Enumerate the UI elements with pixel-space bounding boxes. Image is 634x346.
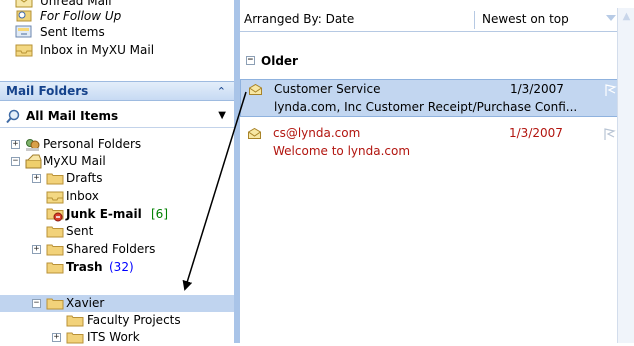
flag-icon[interactable]: [603, 128, 616, 141]
collapse-minus-icon[interactable]: −: [11, 157, 20, 166]
collapse-minus-icon[interactable]: −: [246, 56, 255, 65]
folder-icon: [46, 173, 64, 185]
junk-email-folder-icon: [46, 208, 64, 222]
dropdown-arrow-icon[interactable]: ▼: [218, 104, 226, 128]
arranged-by-button[interactable]: Arranged By: Date: [244, 12, 354, 26]
collapse-minus-icon[interactable]: −: [32, 299, 41, 308]
vertical-scrollbar[interactable]: ▲: [617, 8, 634, 343]
header-separator: [474, 11, 475, 29]
all-mail-items-selector[interactable]: All Mail Items ▼: [0, 104, 234, 128]
mailbox-icon: [25, 154, 42, 169]
mail-folders-header[interactable]: Mail Folders ⌃: [0, 81, 234, 101]
unread-envelope-icon: [248, 128, 261, 139]
unread-mail-icon: [15, 0, 33, 8]
folder-icon: [46, 244, 64, 256]
tree-junk-email[interactable]: Junk E-mail [6]: [0, 206, 234, 223]
message-list-pane: Arranged By: Date Newest on top − Older …: [240, 0, 634, 343]
tree-shared-folders[interactable]: + Shared Folders: [0, 241, 234, 258]
expand-plus-icon[interactable]: +: [32, 245, 41, 254]
folder-icon: [46, 298, 64, 310]
expand-plus-icon[interactable]: +: [32, 174, 41, 183]
folder-icon: [66, 315, 84, 327]
expand-plus-icon[interactable]: +: [52, 333, 61, 342]
message-item[interactable]: cs@lynda.com 1/3/2007 Welcome to lynda.c…: [240, 124, 634, 162]
flag-icon[interactable]: [604, 84, 617, 97]
inbox-icon: [15, 44, 33, 57]
favorite-for-follow-up[interactable]: For Follow Up: [16, 8, 121, 24]
tree-myxu-mail[interactable]: − MyXU Mail: [0, 153, 234, 170]
read-envelope-icon: [249, 84, 262, 95]
tree-trash[interactable]: Trash (32): [0, 259, 234, 276]
tree-faculty-projects[interactable]: Faculty Projects: [0, 312, 234, 329]
expand-plus-icon[interactable]: +: [11, 140, 20, 149]
folder-icon: [46, 262, 64, 274]
favorite-inbox-myxu[interactable]: Inbox in MyXU Mail: [15, 42, 154, 58]
sort-order-button[interactable]: Newest on top: [482, 12, 569, 26]
personal-folders-icon: [26, 139, 40, 151]
favorite-sent-items[interactable]: Sent Items: [15, 24, 105, 40]
tree-drafts[interactable]: + Drafts: [0, 170, 234, 187]
search-folder-icon: [6, 109, 20, 124]
scroll-up-arrow-icon[interactable]: ▲: [618, 8, 634, 25]
folder-icon: [46, 226, 64, 238]
follow-up-folder-icon: [16, 10, 32, 22]
inbox-icon: [46, 191, 64, 204]
navigation-pane: Unread Mail For Follow Up Sent Items Inb…: [0, 0, 234, 346]
sent-items-icon: [15, 25, 32, 38]
message-item-selected[interactable]: Customer Service 1/3/2007 lynda.com, Inc…: [240, 79, 634, 117]
tree-its-work[interactable]: + ITS Work: [0, 329, 234, 346]
folder-icon: [66, 332, 84, 344]
tree-personal-folders[interactable]: + Personal Folders: [0, 136, 234, 153]
message-list-bottom: [240, 339, 617, 343]
sort-dropdown-icon[interactable]: [606, 15, 616, 21]
tree-xavier[interactable]: − Xavier: [0, 295, 234, 312]
tree-sent[interactable]: Sent: [0, 223, 234, 240]
double-chevron-up-icon[interactable]: ⌃: [217, 83, 226, 101]
tree-inbox[interactable]: Inbox: [0, 188, 234, 205]
arrangement-header: Arranged By: Date Newest on top: [240, 8, 634, 32]
